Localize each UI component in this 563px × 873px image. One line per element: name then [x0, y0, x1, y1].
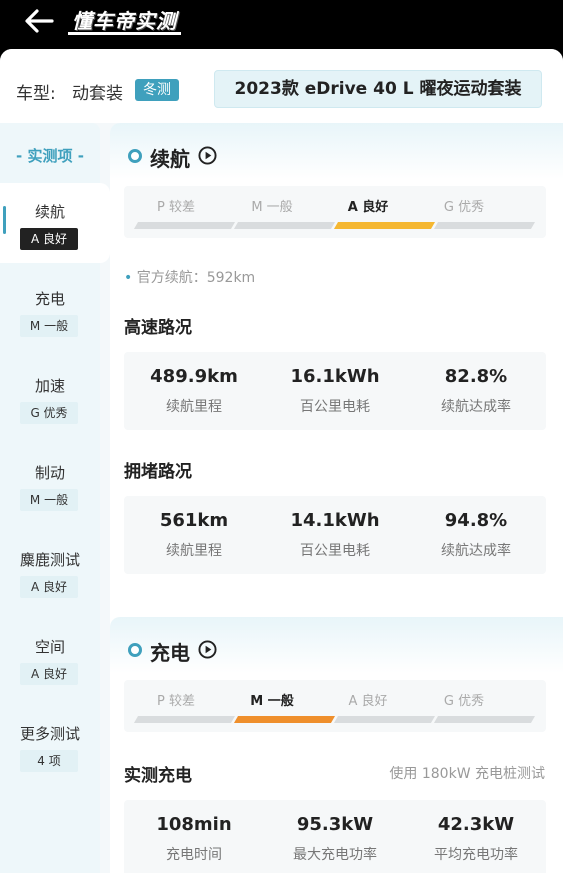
stat-label: 续航里程	[166, 399, 222, 415]
charging-test-note: 使用 180kW 充电桩测试	[389, 766, 545, 782]
sidebar-item-charging[interactable]: 充电 M 一般	[0, 270, 100, 350]
grade-label-excellent: G 优秀	[443, 694, 485, 709]
grade-label-poor: P 较差	[157, 694, 195, 709]
model-tab-selected[interactable]: 2023款 eDrive 40 L 曜夜运动套装	[214, 70, 542, 108]
model-label: 车型:	[16, 84, 56, 104]
stat-value: 561km	[159, 510, 229, 531]
stat-value: 94.8%	[444, 510, 508, 531]
highway-title: 高速路况	[124, 318, 192, 338]
stat-consumption: 14.1kWh 百公里电耗	[265, 496, 405, 574]
back-arrow-icon[interactable]	[22, 6, 56, 36]
sidebar-title: - 实测项 -	[16, 147, 84, 165]
official-range: • 官方续航：592km	[124, 267, 255, 287]
charging-stats: 108min 充电时间 95.3kW 最大充电功率 42.3kW 平均充电功率	[124, 800, 546, 873]
grade-segment-poor	[133, 222, 236, 229]
sidebar-item-label: 充电	[34, 290, 65, 308]
stat-label: 续航达成率	[441, 399, 511, 415]
grade-label-average: M 一般	[250, 694, 294, 709]
charging-section-header: 充电	[110, 617, 563, 673]
sidebar-item-label: 空间	[34, 638, 65, 656]
range-grade-scale: P 较差 M 一般 A 良好 G 优秀	[124, 186, 546, 238]
congested-stats: 561km 续航里程 14.1kWh 百公里电耗 94.8% 续航达成率	[124, 496, 546, 574]
highway-stats: 489.9km 续航里程 16.1kWh 百公里电耗 82.8% 续航达成率	[124, 352, 546, 430]
stat-label: 续航达成率	[441, 543, 511, 559]
stat-value: 95.3kW	[296, 814, 374, 835]
congested-title: 拥堵路况	[124, 462, 192, 482]
stat-label: 续航里程	[166, 543, 222, 559]
stat-value: 108min	[156, 814, 232, 835]
grade-badge: G 优秀	[20, 402, 78, 424]
grade-segment-excellent	[433, 716, 536, 723]
stat-max-power: 95.3kW 最大充电功率	[265, 800, 405, 873]
stat-range: 561km 续航里程	[124, 496, 264, 574]
stat-range: 489.9km 续航里程	[124, 352, 264, 430]
grade-label-good: A 良好	[348, 694, 388, 709]
range-section-header: 续航	[110, 123, 563, 179]
sidebar-item-more-tests[interactable]: 更多测试 4 项	[0, 705, 100, 785]
sidebar-item-range[interactable]: 续航 A 良好	[0, 183, 110, 263]
grade-label-excellent: G 优秀	[443, 200, 485, 215]
stat-label: 百公里电耗	[300, 543, 370, 559]
stat-label: 百公里电耗	[300, 399, 370, 415]
stat-charge-time: 108min 充电时间	[124, 800, 264, 873]
stat-value: 16.1kWh	[290, 366, 380, 387]
sidebar-item-acceleration[interactable]: 加速 G 优秀	[0, 357, 100, 437]
sidebar-item-space[interactable]: 空间 A 良好	[0, 618, 100, 698]
stat-achievement: 94.8% 续航达成率	[406, 496, 546, 574]
grade-badge: A 良好	[20, 576, 78, 598]
grade-label-good: A 良好	[347, 200, 389, 215]
sidebar-item-label: 更多测试	[19, 725, 80, 743]
model-selector-row: 车型: 动套装 冬测 2023款 eDrive 40 L 曜夜运动套装	[0, 49, 563, 123]
stat-label: 最大充电功率	[293, 847, 377, 863]
sidebar-item-label: 麋鹿测试	[19, 551, 80, 569]
stat-value: 489.9km	[150, 366, 238, 387]
grade-segment-average	[233, 222, 336, 229]
stat-label: 平均充电功率	[434, 847, 518, 863]
official-range-text: 官方续航：592km	[136, 270, 256, 286]
grade-segment-poor	[133, 716, 236, 723]
stat-value: 42.3kW	[437, 814, 515, 835]
sidebar-item-label: 制动	[34, 464, 65, 482]
play-video-icon[interactable]	[198, 146, 217, 165]
model-tab-partial[interactable]: 动套装	[72, 79, 123, 104]
bullet-dot: •	[124, 270, 133, 286]
grade-label-poor: P 较差	[157, 200, 195, 215]
test-detail-panel: 续航 P 较差 M 一般 A 良好 G 优秀 • 官方续航：592km 高速路况…	[110, 123, 563, 873]
section-dot-icon	[128, 149, 142, 163]
test-item-sidebar: - 实测项 - 续航 A 良好 充电 M 一般 加速 G 优秀 制动 M 一般 …	[0, 123, 110, 873]
grade-badge: M 一般	[20, 489, 78, 511]
play-video-icon[interactable]	[198, 640, 217, 659]
grade-badge: A 良好	[20, 228, 78, 250]
grade-segment-excellent	[433, 222, 536, 229]
stat-achievement: 82.8% 续航达成率	[406, 352, 546, 430]
brand-logo: 懂车帝实测	[68, 7, 181, 35]
stat-label: 充电时间	[166, 847, 222, 863]
sidebar-item-braking[interactable]: 制动 M 一般	[0, 444, 100, 524]
grade-badge: M 一般	[20, 315, 78, 337]
sidebar-item-label: 加速	[34, 377, 65, 395]
stat-value: 14.1kWh	[290, 510, 380, 531]
grade-label-average: M 一般	[251, 200, 293, 215]
winter-test-badge: 冬测	[135, 79, 179, 101]
top-bar: 懂车帝实测	[0, 0, 563, 49]
charging-section-title: 充电	[150, 641, 190, 665]
sidebar-item-label: 续航	[34, 203, 65, 221]
grade-segment-good	[333, 222, 436, 229]
grade-segment-average	[233, 716, 336, 723]
section-dot-icon	[128, 643, 142, 657]
grade-badge: A 良好	[20, 663, 78, 685]
charging-grade-scale: P 较差 M 一般 A 良好 G 优秀	[124, 680, 546, 732]
content-card: 车型: 动套装 冬测 2023款 eDrive 40 L 曜夜运动套装 - 实测…	[0, 49, 563, 873]
more-tests-count: 4 项	[20, 750, 78, 772]
measured-charging-title: 实测充电	[124, 766, 192, 786]
grade-segment-good	[333, 716, 436, 723]
stat-consumption: 16.1kWh 百公里电耗	[265, 352, 405, 430]
stat-value: 82.8%	[444, 366, 508, 387]
range-section-title: 续航	[150, 147, 190, 171]
sidebar-item-moose-test[interactable]: 麋鹿测试 A 良好	[0, 531, 100, 611]
stat-avg-power: 42.3kW 平均充电功率	[406, 800, 546, 873]
